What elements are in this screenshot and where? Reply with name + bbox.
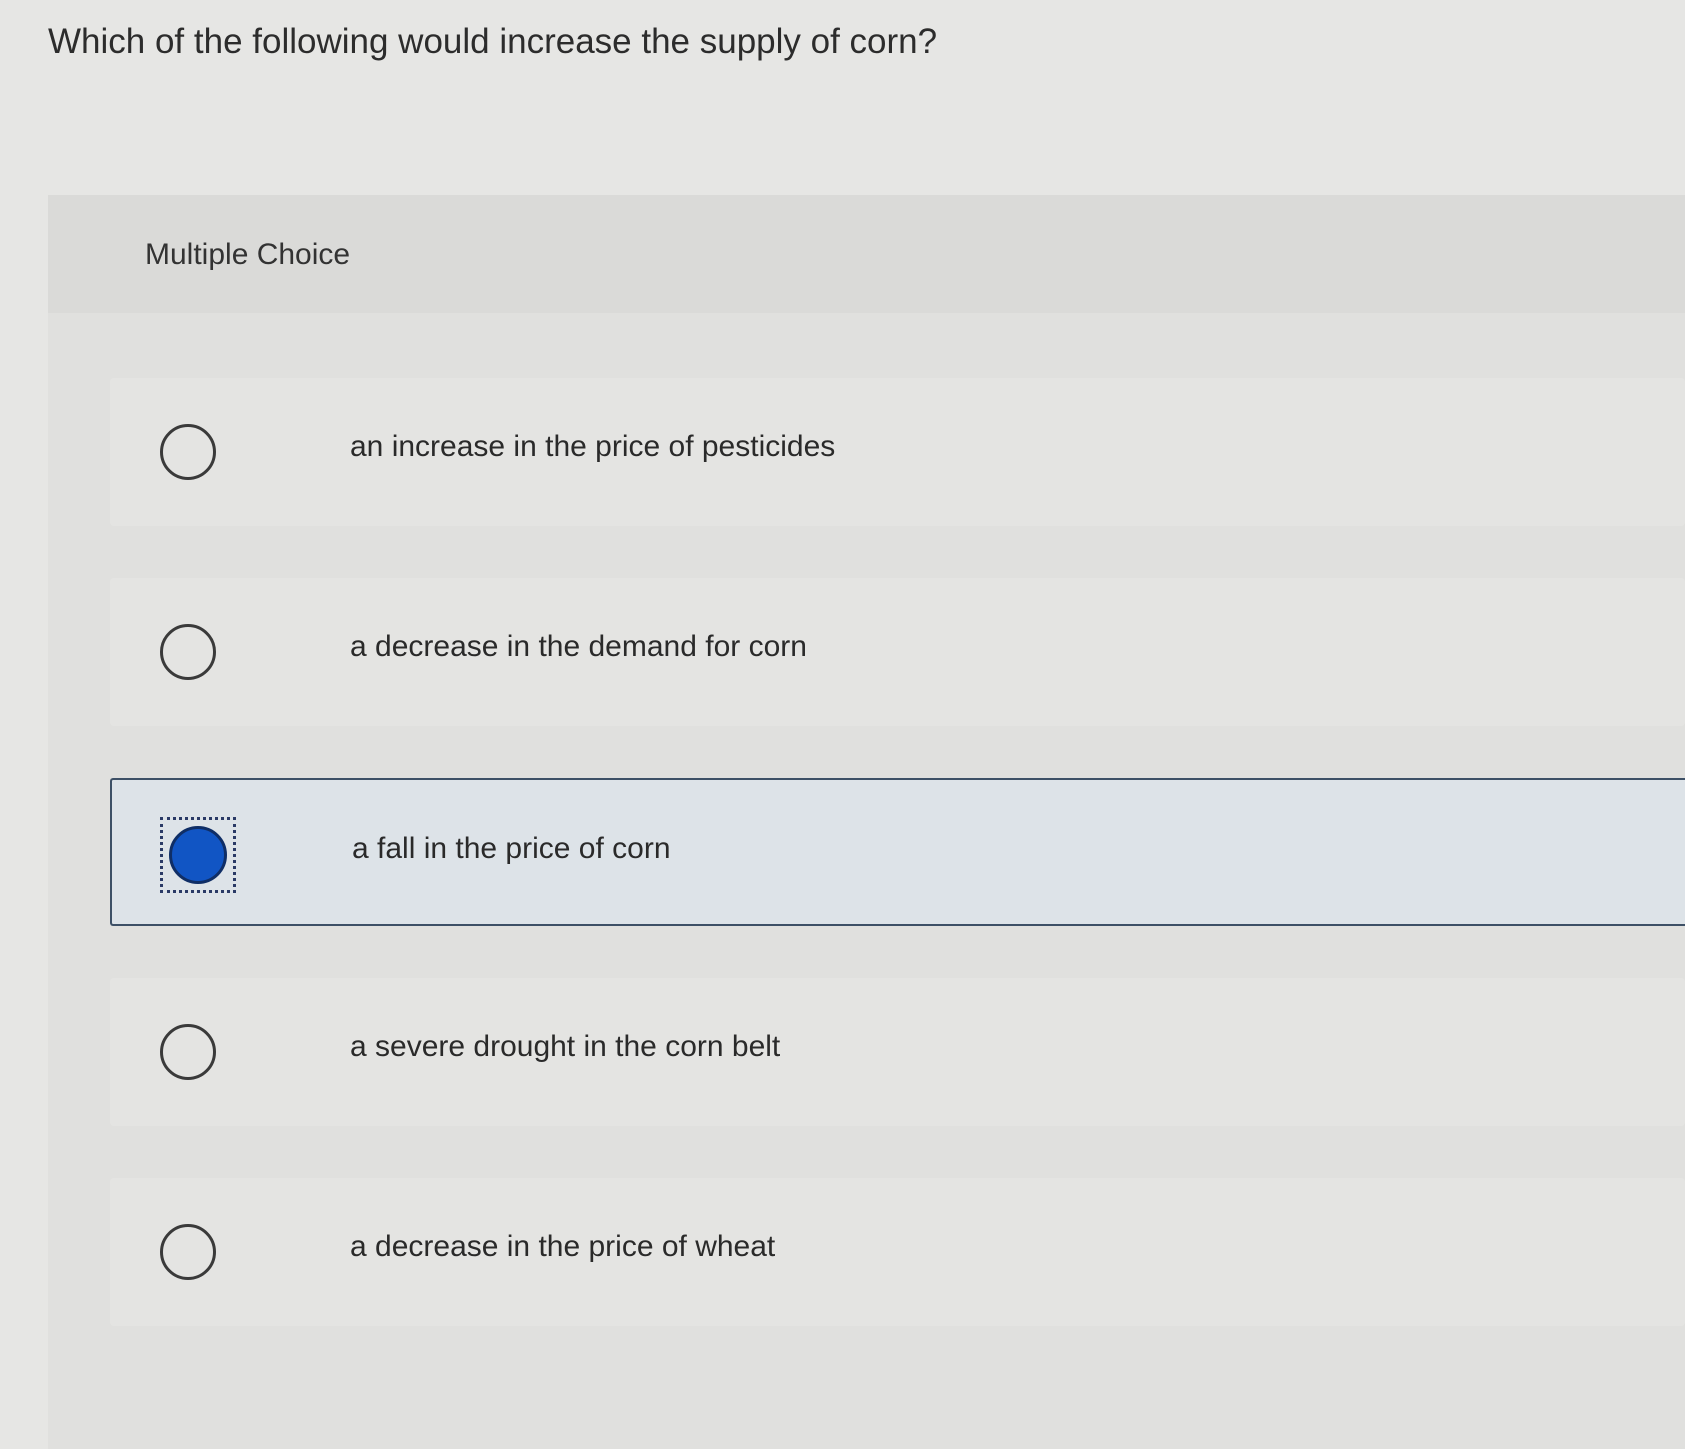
multiple-choice-panel: Multiple Choice an increase in the price…: [48, 195, 1685, 1449]
option-label: a fall in the price of corn: [352, 832, 671, 865]
options-list: an increase in the price of pesticides a…: [48, 313, 1685, 1449]
option-label: a severe drought in the corn belt: [350, 1030, 781, 1063]
radio-button-selected[interactable]: [160, 817, 236, 893]
radio-button[interactable]: [160, 624, 216, 680]
option-3[interactable]: a fall in the price of corn: [110, 778, 1685, 926]
radio-selected-dot: [169, 826, 227, 884]
option-2[interactable]: a decrease in the demand for corn: [110, 578, 1685, 726]
option-label: a decrease in the price of wheat: [350, 1230, 776, 1263]
question-type-label: Multiple Choice: [145, 238, 351, 271]
option-label: a decrease in the demand for corn: [350, 630, 807, 663]
option-5[interactable]: a decrease in the price of wheat: [110, 1178, 1685, 1326]
option-4[interactable]: a severe drought in the corn belt: [110, 978, 1685, 1126]
panel-header: Multiple Choice: [48, 195, 1685, 313]
radio-button[interactable]: [160, 424, 216, 480]
option-1[interactable]: an increase in the price of pesticides: [110, 378, 1685, 526]
question-text: Which of the following would increase th…: [48, 22, 938, 61]
radio-button[interactable]: [160, 1224, 216, 1280]
option-label: an increase in the price of pesticides: [350, 430, 836, 463]
radio-button[interactable]: [160, 1024, 216, 1080]
